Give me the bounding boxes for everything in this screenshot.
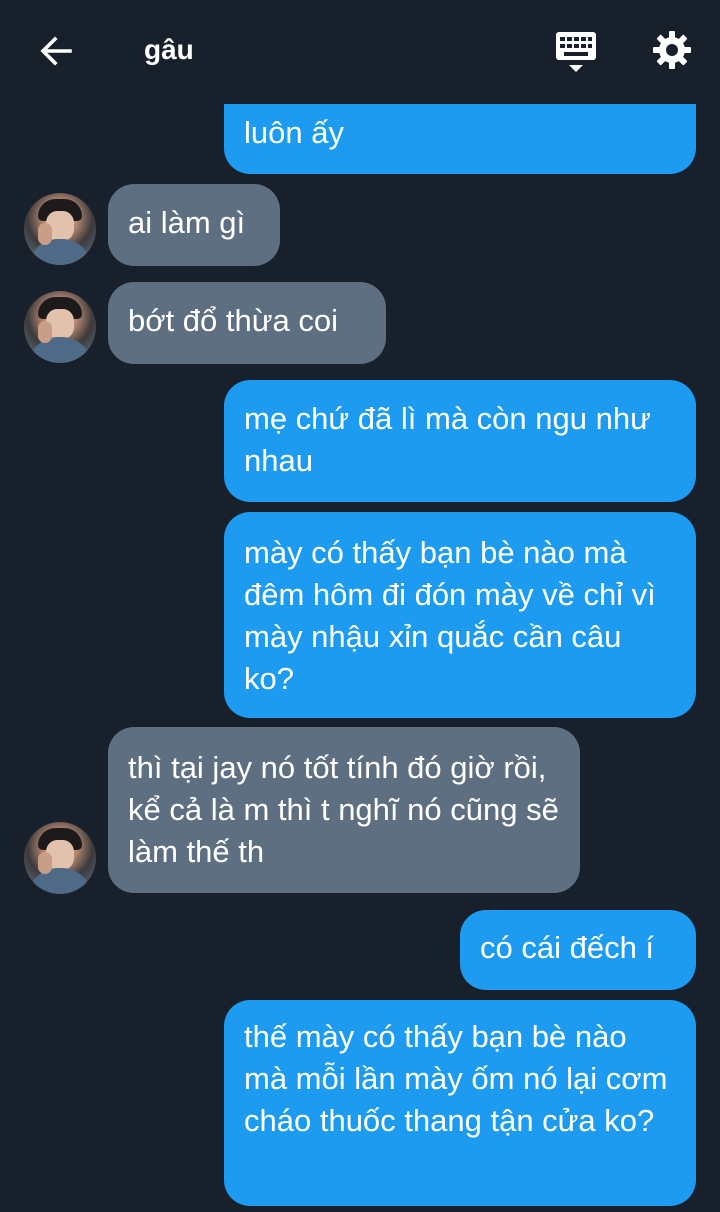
message-text: ai làm gì [128, 205, 246, 240]
conversation-title: gâu [144, 34, 194, 65]
message-list[interactable]: luôn ấy ai làm gì bớt đổ thừa coi mẹ chứ… [0, 0, 720, 1212]
message-bubble-outgoing[interactable]: thế mày có thấy bạn bè nào mà mỗi lần mà… [224, 1000, 696, 1206]
message-text: mẹ chứ đã lì mà còn ngu như nhau [244, 401, 651, 478]
arrow-left-icon [40, 36, 72, 66]
message-text: thế mày có thấy bạn bè nào mà mỗi lần mà… [244, 1019, 668, 1138]
avatar[interactable] [24, 193, 96, 265]
message-text: luôn ấy [244, 115, 344, 150]
settings-button[interactable] [644, 24, 700, 76]
keyboard-icon [556, 32, 596, 72]
message-bubble-incoming[interactable]: bớt đổ thừa coi [108, 282, 386, 364]
message-text: bớt đổ thừa coi [128, 303, 338, 338]
message-bubble-incoming[interactable]: thì tại jay nó tốt tính đó giờ rồi, kể c… [108, 727, 580, 893]
back-button[interactable] [30, 28, 82, 74]
message-bubble-outgoing[interactable]: mày có thấy bạn bè nào mà đêm hôm đi đón… [224, 512, 696, 718]
message-text: có cái đếch í [480, 930, 655, 965]
message-bubble-outgoing[interactable]: mẹ chứ đã lì mà còn ngu như nhau [224, 380, 696, 502]
gear-icon [653, 31, 691, 69]
keyboard-toggle-button[interactable] [548, 26, 604, 78]
message-bubble-incoming[interactable]: ai làm gì [108, 184, 280, 266]
message-text: thì tại jay nó tốt tính đó giờ rồi, kể c… [128, 750, 559, 869]
chat-header: gâu [0, 0, 720, 104]
avatar[interactable] [24, 291, 96, 363]
message-text: mày có thấy bạn bè nào mà đêm hôm đi đón… [244, 535, 656, 696]
avatar[interactable] [24, 822, 96, 894]
message-bubble-outgoing[interactable]: có cái đếch í [460, 910, 696, 990]
